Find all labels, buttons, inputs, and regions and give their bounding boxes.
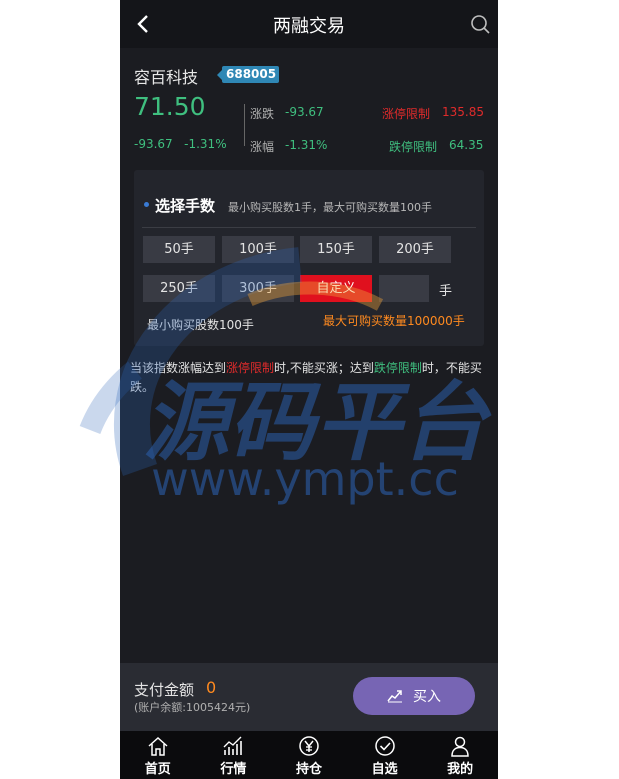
- tab-label: 首页: [144, 762, 171, 777]
- tab-market[interactable]: 行情: [196, 731, 272, 779]
- tab-home[interactable]: 首页: [120, 731, 196, 779]
- check-circle-icon: [374, 736, 395, 756]
- buy-label: 买入: [413, 689, 441, 705]
- user-icon: [451, 736, 469, 757]
- change-detail-value: -93.67: [285, 105, 324, 119]
- pay-amount-value: 0: [206, 678, 217, 697]
- stock-name: 容百科技: [134, 68, 199, 87]
- title-dot: [144, 202, 149, 207]
- lot-option-custom[interactable]: 自定义: [300, 275, 372, 302]
- lot-option-150[interactable]: 150手: [300, 236, 372, 263]
- tab-watchlist[interactable]: 自选: [347, 731, 423, 779]
- tab-positions[interactable]: 持仓: [271, 731, 347, 779]
- min-lots-note: 最小购买股数100手: [147, 318, 254, 332]
- lot-option-200[interactable]: 200手: [379, 236, 451, 263]
- divider: [142, 227, 476, 228]
- market-chart-icon: [223, 736, 243, 755]
- payment-bar: 支付金额 0 (账户余额:1005424元) 买入: [120, 663, 498, 731]
- stock-code-badge: 688005: [216, 66, 280, 83]
- divider: [244, 104, 245, 146]
- phone-screen: 两融交易 容百科技 688005 71.50 -93.67 -1.31% 涨跌 …: [120, 0, 498, 779]
- notice-limit-up: 涨停限制: [226, 361, 275, 375]
- yen-coin-icon: [299, 736, 319, 756]
- lot-option-100[interactable]: 100手: [222, 236, 294, 263]
- bottom-tab-bar: 首页 行情 持仓 自选 我的: [120, 731, 498, 779]
- lot-option-300[interactable]: 300手: [222, 275, 294, 302]
- lots-panel-hint: 最小购买股数1手，最大可购买数量100手: [228, 201, 432, 214]
- trend-chart-icon: [387, 690, 402, 703]
- lots-unit: 手: [439, 284, 453, 299]
- page-title: 两融交易: [273, 16, 345, 37]
- lots-panel-title: 选择手数: [155, 197, 216, 215]
- tab-label: 自选: [371, 762, 398, 777]
- limit-up-value: 135.85: [442, 105, 484, 119]
- trading-limit-notice: 当该指数涨幅达到涨停限制时,不能买涨；达到跌停限制时，不能买跌。: [130, 359, 490, 397]
- lots-panel: 选择手数 最小购买股数1手，最大可购买数量100手 50手 100手 150手 …: [134, 170, 484, 346]
- limit-down-value: 64.35: [449, 138, 484, 152]
- tab-label: 持仓: [295, 762, 322, 777]
- stock-price: 71.50: [134, 92, 206, 121]
- pct-label: 涨幅: [250, 140, 275, 154]
- notice-limit-down: 跌停限制: [373, 361, 422, 375]
- account-balance: (账户余额:1005424元): [134, 701, 251, 714]
- notice-text: 时,不能买涨；达到: [274, 361, 374, 375]
- tab-label: 我的: [447, 762, 474, 777]
- price-change-summary: -93.67 -1.31%: [134, 137, 227, 151]
- notice-text: 当该指数涨幅达到: [130, 361, 227, 375]
- change-percent: -1.31%: [184, 137, 227, 151]
- nav-bar: 两融交易: [120, 0, 498, 48]
- tab-label: 行情: [220, 762, 247, 777]
- change-label: 涨跌: [250, 107, 275, 121]
- limit-down-label: 跌停限制: [389, 140, 438, 154]
- custom-lots-input[interactable]: [379, 275, 429, 302]
- lot-option-250[interactable]: 250手: [143, 275, 215, 302]
- pct-detail-value: -1.31%: [285, 138, 328, 152]
- change-value: -93.67: [134, 137, 173, 151]
- limit-up-label: 涨停限制: [382, 107, 431, 121]
- pay-amount-label: 支付金额: [134, 681, 195, 699]
- home-icon: [148, 736, 168, 756]
- lot-option-50[interactable]: 50手: [143, 236, 215, 263]
- tab-profile[interactable]: 我的: [422, 731, 498, 779]
- search-icon[interactable]: [468, 12, 492, 36]
- max-lots-note: 最大可购买数量100000手: [323, 314, 465, 328]
- buy-button[interactable]: 买入: [353, 677, 475, 715]
